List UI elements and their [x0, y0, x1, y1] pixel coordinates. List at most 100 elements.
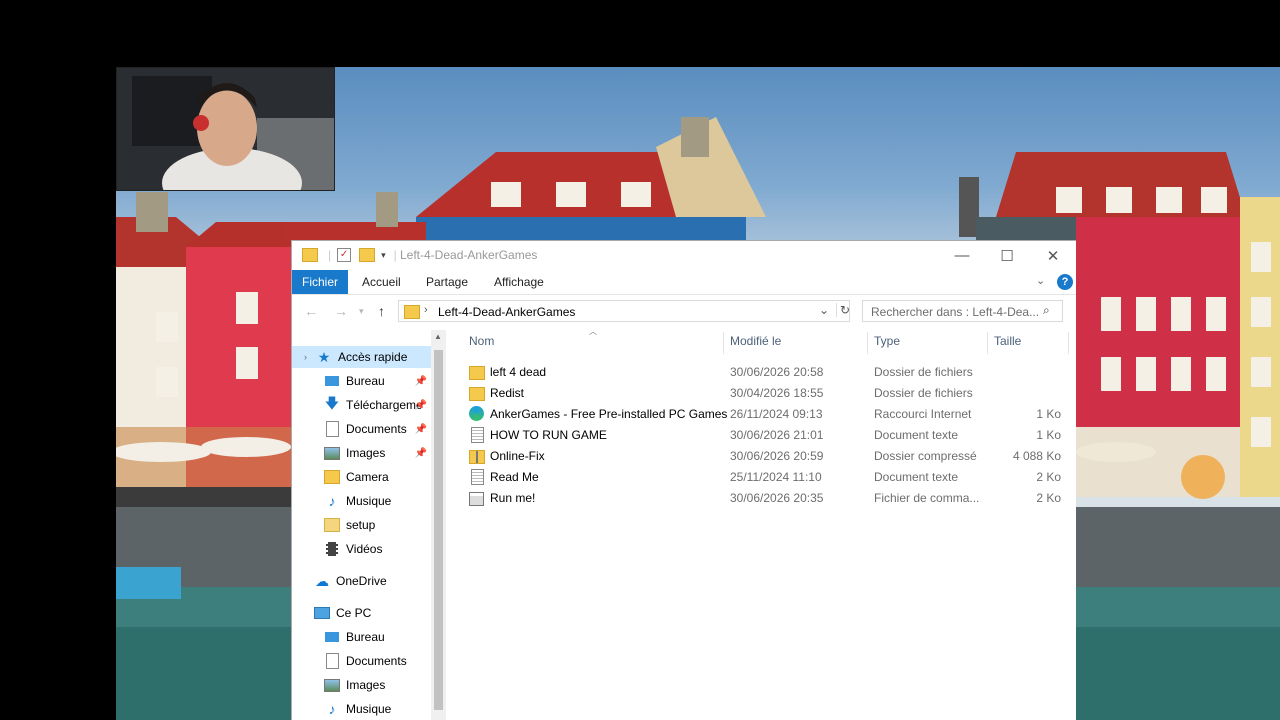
text-file-icon [469, 427, 485, 443]
properties-icon[interactable]: ✓ [337, 248, 352, 262]
sidebar-item-label: Accès rapide [338, 350, 408, 364]
folder-icon [404, 305, 420, 319]
folder-icon [469, 385, 485, 401]
sidebar-item-ce-pc[interactable]: Ce PC [292, 602, 431, 624]
navigation-pane: › ★ Accès rapide Bureau 📌 🡇 Téléchargeme… [292, 330, 431, 720]
up-arrow-icon[interactable]: ↑ [378, 303, 385, 319]
customize-dropdown-icon[interactable]: ▾ [381, 250, 386, 261]
folder-icon [469, 364, 485, 380]
text-file-icon [469, 469, 485, 485]
back-arrow-icon[interactable]: ← [304, 303, 318, 319]
file-row[interactable]: left 4 dead 30/06/2026 20:58 Dossier de … [448, 361, 1076, 382]
file-row[interactable]: Online-Fix 30/06/2026 20:59 Dossier comp… [448, 445, 1076, 466]
webcam-feed-image [117, 68, 334, 190]
column-divider[interactable] [987, 332, 988, 354]
help-icon[interactable]: ? [1057, 274, 1073, 290]
file-size: 4 088 Ko [1012, 449, 1061, 463]
forward-arrow-icon[interactable]: → [334, 303, 348, 319]
column-header-name[interactable]: Nom [469, 334, 494, 348]
sidebar-item-pc-documents[interactable]: Documents [292, 650, 431, 672]
sidebar-item-bureau[interactable]: Bureau 📌 [292, 370, 431, 392]
file-name: AnkerGames - Free Pre-installed PC Games [490, 407, 728, 421]
window-title: Left-4-Dead-AnkerGames [400, 248, 538, 262]
sidebar-item-videos[interactable]: Vidéos [292, 538, 431, 560]
new-folder-icon[interactable] [359, 248, 376, 262]
file-modified: 30/06/2026 20:59 [730, 449, 824, 463]
file-name: left 4 dead [490, 365, 547, 379]
refresh-icon[interactable]: ↻ [836, 303, 850, 317]
minimize-button[interactable]: — [939, 241, 985, 270]
file-type: Dossier compressé [874, 449, 977, 463]
desktop-icon [324, 629, 340, 645]
sidebar-item-label: Bureau [346, 374, 385, 388]
tab-accueil[interactable]: Accueil [362, 270, 401, 294]
file-type: Raccourci Internet [874, 407, 972, 421]
tab-affichage[interactable]: Affichage [494, 270, 544, 294]
sidebar-item-label: Vidéos [346, 542, 383, 556]
sidebar-item-setup[interactable]: setup [292, 514, 431, 536]
address-path[interactable]: Left-4-Dead-AnkerGames [438, 305, 575, 319]
sidebar-item-onedrive[interactable]: ☁ OneDrive [292, 570, 431, 592]
title-bar[interactable]: | ✓ ▾ | Left-4-Dead-AnkerGames — ☐ ✕ [292, 241, 1076, 270]
file-type: Dossier de fichiers [874, 365, 973, 379]
sidebar-item-camera[interactable]: Camera [292, 466, 431, 488]
file-size: 1 Ko [1036, 428, 1061, 442]
file-type: Fichier de comma... [874, 491, 980, 505]
maximize-button[interactable]: ☐ [984, 241, 1030, 270]
scrollbar-thumb[interactable] [434, 350, 443, 710]
column-header-type[interactable]: Type [874, 334, 900, 348]
file-modified: 30/06/2026 21:01 [730, 428, 824, 442]
zip-folder-icon [469, 448, 485, 464]
column-divider[interactable] [867, 332, 868, 354]
file-row[interactable]: Run me! 30/06/2026 20:35 Fichier de comm… [448, 487, 1076, 508]
pin-icon[interactable]: 📌 [415, 448, 427, 459]
scroll-up-arrow-icon[interactable]: ▲ [434, 332, 442, 341]
sidebar-item-label: Documents [346, 654, 407, 668]
file-row[interactable]: AnkerGames - Free Pre-installed PC Games… [448, 403, 1076, 424]
file-row[interactable]: Redist 30/04/2026 18:55 Dossier de fichi… [448, 382, 1076, 403]
tab-partage[interactable]: Partage [426, 270, 468, 294]
sidebar-item-musique[interactable]: ♪ Musique [292, 490, 431, 512]
column-divider[interactable] [723, 332, 724, 354]
left-black-bar [0, 67, 116, 720]
sidebar-item-telechargements[interactable]: 🡇 Téléchargements 📌 [292, 394, 431, 416]
sidebar-item-pc-images[interactable]: Images [292, 674, 431, 696]
search-icon[interactable]: ⌕ [1043, 303, 1050, 318]
document-icon [324, 421, 340, 437]
sidebar-item-label: Ce PC [336, 606, 372, 620]
pin-icon[interactable]: 📌 [415, 376, 427, 387]
file-modified: 30/06/2026 20:35 [730, 491, 824, 505]
expand-chevron-icon[interactable]: › [304, 352, 316, 362]
close-button[interactable]: ✕ [1030, 241, 1076, 270]
file-row[interactable]: Read Me 25/11/2024 11:10 Document texte … [448, 466, 1076, 487]
tab-fichier[interactable]: Fichier [292, 270, 348, 294]
breadcrumb-chevron-icon[interactable]: › [424, 304, 428, 316]
search-input[interactable]: Rechercher dans : Left-4-Dea... [871, 305, 1039, 319]
recent-locations-icon[interactable]: ▾ [359, 306, 364, 317]
file-row[interactable]: HOW TO RUN GAME 30/06/2026 21:01 Documen… [448, 424, 1076, 445]
cloud-icon: ☁ [315, 572, 329, 589]
column-divider[interactable] [1068, 332, 1069, 354]
sidebar-item-images[interactable]: Images 📌 [292, 442, 431, 464]
edge-shortcut-icon [469, 406, 485, 422]
folder-icon[interactable] [302, 248, 318, 262]
batch-file-icon [469, 490, 485, 506]
navigation-scrollbar[interactable]: ▲ [431, 330, 446, 720]
file-name: Online-Fix [490, 449, 545, 463]
column-header-modified[interactable]: Modifié le [730, 334, 781, 348]
sidebar-item-documents[interactable]: Documents 📌 [292, 418, 431, 440]
download-icon: 🡇 [324, 395, 340, 411]
star-icon: ★ [317, 348, 331, 365]
image-icon [324, 445, 340, 461]
file-type: Dossier de fichiers [874, 386, 973, 400]
pin-icon[interactable]: 📌 [415, 400, 427, 411]
expand-ribbon-icon[interactable]: ⌄ [1036, 274, 1045, 287]
sidebar-item-pc-bureau[interactable]: Bureau [292, 626, 431, 648]
sidebar-item-pc-musique[interactable]: ♪ Musique [292, 698, 431, 720]
address-dropdown-icon[interactable]: ⌄ [819, 303, 829, 317]
pin-icon[interactable]: 📌 [415, 424, 427, 435]
search-box[interactable]: Rechercher dans : Left-4-Dea... ⌕ [862, 300, 1063, 322]
address-bar[interactable]: › Left-4-Dead-AnkerGames ⌄ ↻ [398, 300, 850, 322]
column-header-size[interactable]: Taille [994, 334, 1021, 348]
sidebar-item-acces-rapide[interactable]: › ★ Accès rapide [292, 346, 431, 368]
